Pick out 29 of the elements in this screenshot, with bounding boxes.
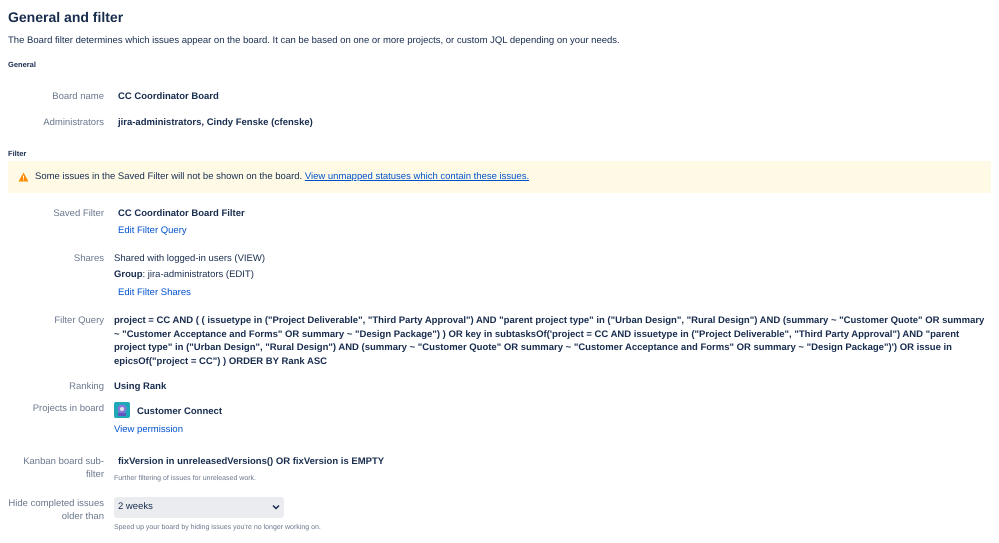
view-permission-link[interactable]: View permission (114, 423, 183, 436)
page-title: General and filter (8, 8, 124, 26)
filter-query: project = CC AND ( ( issuetype in ("Project Deliverable", "Third Party Approval") AND "parent project type" in ("Urban Design", "Rural Design") AND (summary ~ "Customer Quote" OR summary ~ "Customer Acceptance and Forms" OR summary ~ "Design Package") ) OR key in subtasksOf('project = CC AND issuetype in ("Project Deliverable", "Third Party Approval") AND "parent project type" in ("Urban Design", "Rural Design") AND (summary ~ "Customer Quote" OR summary ~ "Customer Acceptance and Forms" OR summary ~ "Design Package")') OR issue in epicsOf("project = CC") ) ORDER BY Rank ASC (114, 314, 986, 368)
field-label: Shares (72, 252, 104, 266)
field-label: Administrators (42, 116, 104, 129)
subfilter-value: fixVersion in unreleasedVersions() OR fixVersion is EMPTY (118, 455, 384, 468)
unmapped-statuses-link[interactable]: View unmapped statuses which contain these issues. (304, 170, 530, 182)
field-label: Saved Filter (52, 207, 104, 221)
description: The Board filter determines which issues appear on the board. It can be based on one or more projects, or custom JQL depending on your needs. (8, 34, 621, 47)
chevron-down-icon (272, 504, 280, 510)
share-entry: Group: jira-administrators (EDIT) (114, 268, 254, 281)
field-label: Ranking (68, 380, 104, 393)
field-label: Projects in board (32, 402, 104, 416)
field-label: Hide completed issues older than (8, 496, 104, 524)
field-label: Kanban board sub-filter (22, 455, 104, 482)
field-value: jira-administrators, Cindy Fenske (cfenske) (118, 116, 313, 129)
field-value: CC Coordinator Board (118, 90, 219, 103)
project-name: Customer Connect (137, 405, 222, 418)
period-dropdown[interactable]: 2 weeks (114, 496, 284, 518)
edit-filter-query-link[interactable]: Edit Filter Query (118, 224, 187, 237)
field-value: CC Coordinator Board Filter (118, 207, 245, 220)
edit-filter-shares-link[interactable]: Edit Filter Shares (118, 286, 191, 299)
field-label: Filter Query (53, 314, 104, 328)
warning-icon (18, 172, 29, 182)
warning-text: Some issues in the Saved Filter will not be shown on the board. View unmapped statuses which contain these issues. (35, 170, 530, 184)
share-entry: Shared with logged-in users (VIEW) (114, 252, 266, 265)
field-label: Board name (51, 90, 104, 103)
field-value: Using Rank (114, 380, 166, 393)
project-avatar-icon (114, 402, 130, 418)
